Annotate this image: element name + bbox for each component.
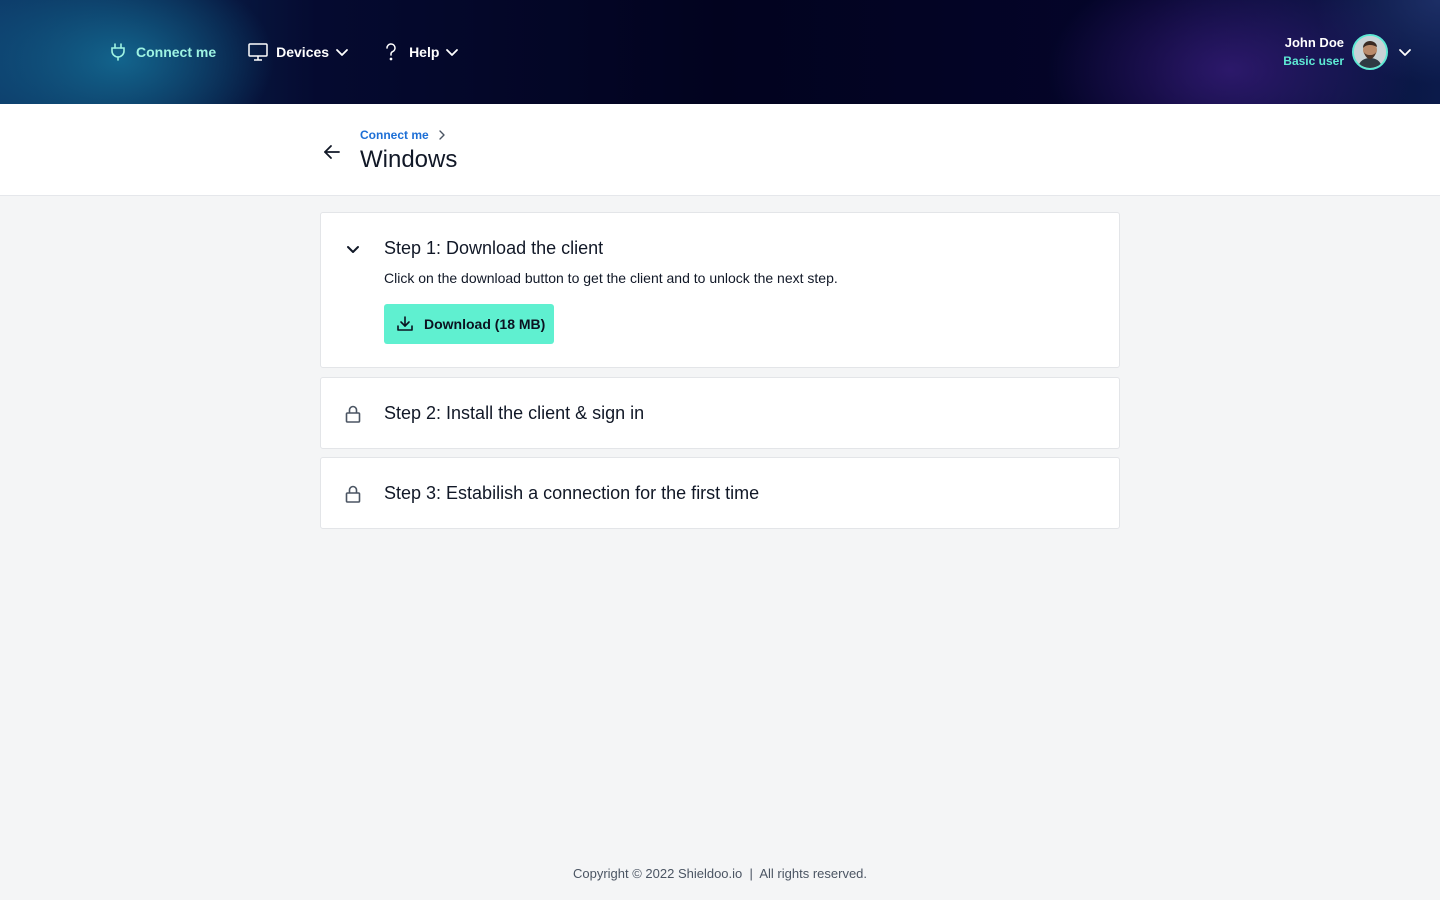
breadcrumb: Connect me — [360, 128, 447, 142]
step-2-title: Step 2: Install the client & sign in — [384, 403, 645, 423]
chevron-down-icon[interactable] — [1398, 45, 1412, 59]
back-arrow-icon[interactable] — [322, 142, 342, 162]
chevron-down-icon — [335, 45, 349, 59]
step-2-card: Step 2: Install the client & sign in — [320, 377, 1120, 449]
avatar[interactable] — [1352, 34, 1388, 70]
footer-text: Copyright © 2022 Shieldoo.io | All right… — [572, 866, 868, 881]
breadcrumb-link-connect-me[interactable]: Connect me — [360, 128, 429, 142]
page-title: Windows — [360, 146, 458, 173]
question-icon — [381, 42, 401, 62]
download-button-label: Download (18 MB) — [424, 316, 546, 332]
nav-connect-me-label: Connect me — [136, 44, 217, 60]
step-1-description: Click on the download button to get the … — [384, 270, 838, 286]
chevron-right-icon — [437, 130, 447, 140]
lock-icon — [343, 404, 363, 424]
step-3-card: Step 3: Estabilish a connection for the … — [320, 457, 1120, 529]
chevron-down-icon[interactable] — [343, 239, 363, 259]
monitor-icon — [248, 42, 268, 62]
user-name: John Doe — [1284, 35, 1344, 50]
lock-icon — [343, 484, 363, 504]
page-header: Connect me Windows — [0, 104, 1440, 196]
user-menu[interactable]: John Doe Basic user — [1283, 34, 1412, 70]
nav-help-label: Help — [409, 44, 440, 60]
step-3-title: Step 3: Estabilish a connection for the … — [384, 483, 760, 503]
nav-devices-label: Devices — [276, 44, 330, 60]
user-role: Basic user — [1283, 54, 1344, 68]
step-1-title[interactable]: Step 1: Download the client — [384, 238, 603, 259]
chevron-down-icon — [445, 45, 459, 59]
top-navigation-bar: Connect me Devices Help John Doe Basic u… — [0, 0, 1440, 104]
nav-help[interactable]: Help — [381, 42, 459, 62]
nav-connect-me[interactable]: Connect me — [108, 42, 216, 62]
download-button[interactable]: Download (18 MB) — [384, 304, 554, 344]
footer-copyright: Copyright © 2022 Shieldoo.io | All right… — [0, 866, 1440, 881]
download-icon — [396, 315, 414, 333]
step-1-card: Step 1: Download the client Click on the… — [320, 212, 1120, 368]
nav-devices[interactable]: Devices — [248, 42, 349, 62]
plug-icon — [108, 42, 128, 62]
user-info: John Doe Basic user — [1283, 34, 1344, 70]
main-nav: Connect me Devices Help — [108, 0, 491, 104]
